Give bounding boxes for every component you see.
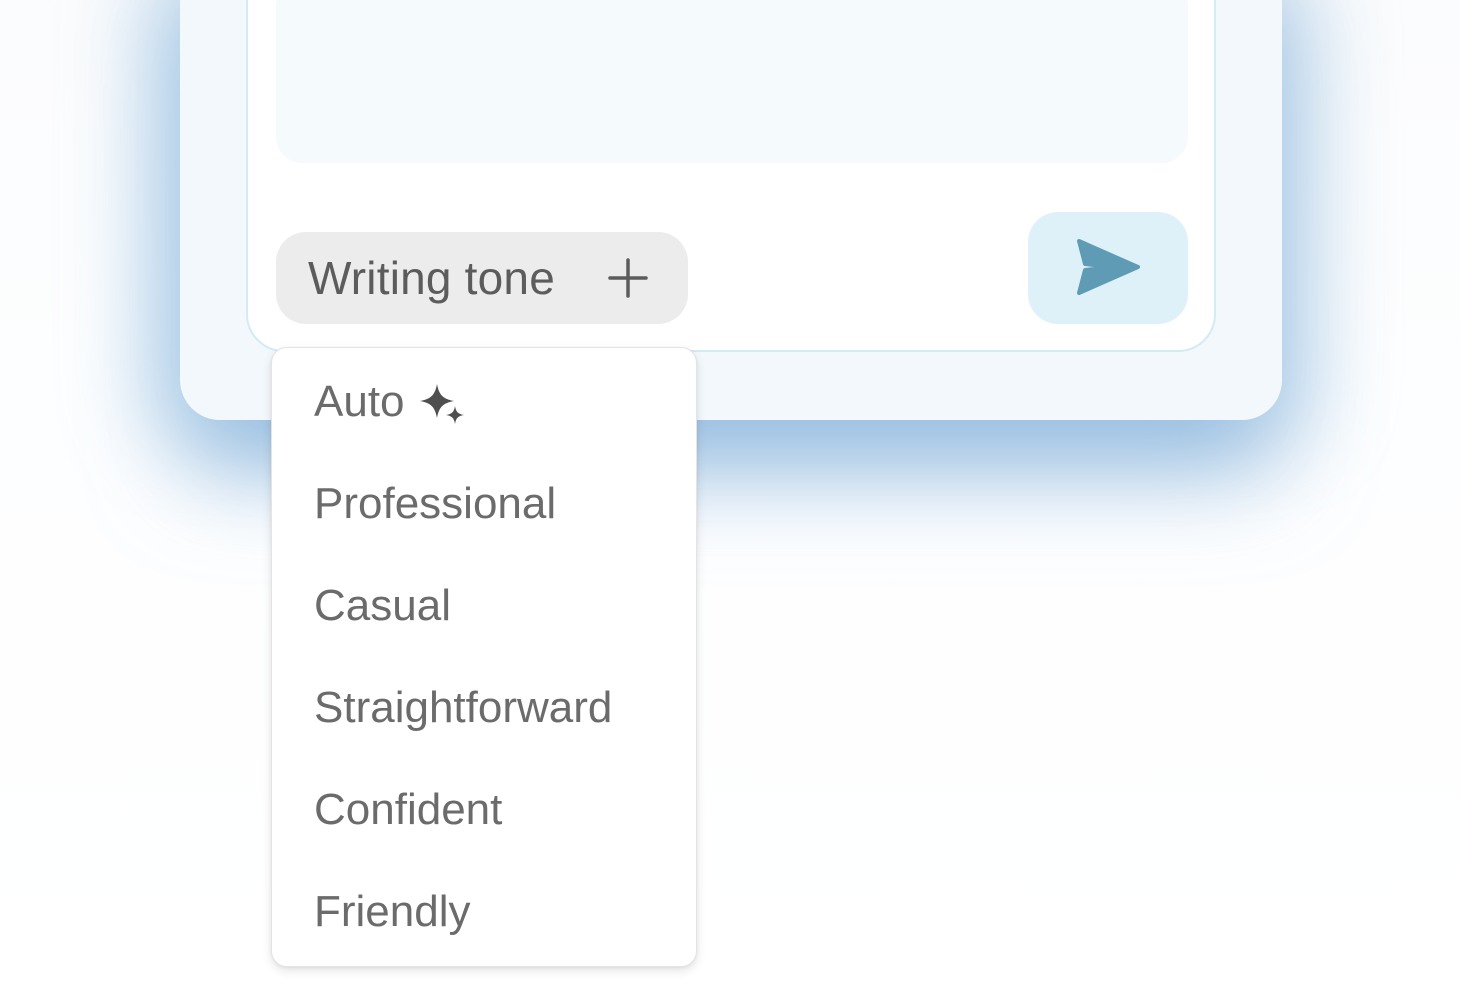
sparkle-icon <box>419 384 464 424</box>
tone-option-label: Friendly <box>314 887 471 936</box>
tone-option-professional[interactable]: Professional <box>314 469 556 539</box>
tone-option-label: Casual <box>314 581 451 630</box>
writing-tone-menu: Auto Professional Casual Straightforward… <box>271 347 697 967</box>
send-icon <box>1077 239 1140 295</box>
send-button[interactable] <box>1028 212 1188 324</box>
tone-option-label: Confident <box>314 785 503 834</box>
tone-option-casual[interactable]: Casual <box>314 571 451 641</box>
tone-option-straightforward[interactable]: Straightforward <box>314 673 612 743</box>
tone-option-label: Professional <box>314 479 557 528</box>
writing-tone-label: Writing tone <box>308 252 555 304</box>
plus-icon <box>608 258 648 298</box>
message-input[interactable] <box>276 0 1188 163</box>
tone-option-label: Straightforward <box>314 683 613 732</box>
tone-option-auto[interactable]: Auto <box>314 367 467 437</box>
tone-option-confident[interactable]: Confident <box>314 775 502 845</box>
writing-tone-button[interactable]: Writing tone <box>276 232 688 324</box>
tone-option-friendly[interactable]: Friendly <box>314 877 471 947</box>
tone-option-label: Auto <box>314 377 405 426</box>
